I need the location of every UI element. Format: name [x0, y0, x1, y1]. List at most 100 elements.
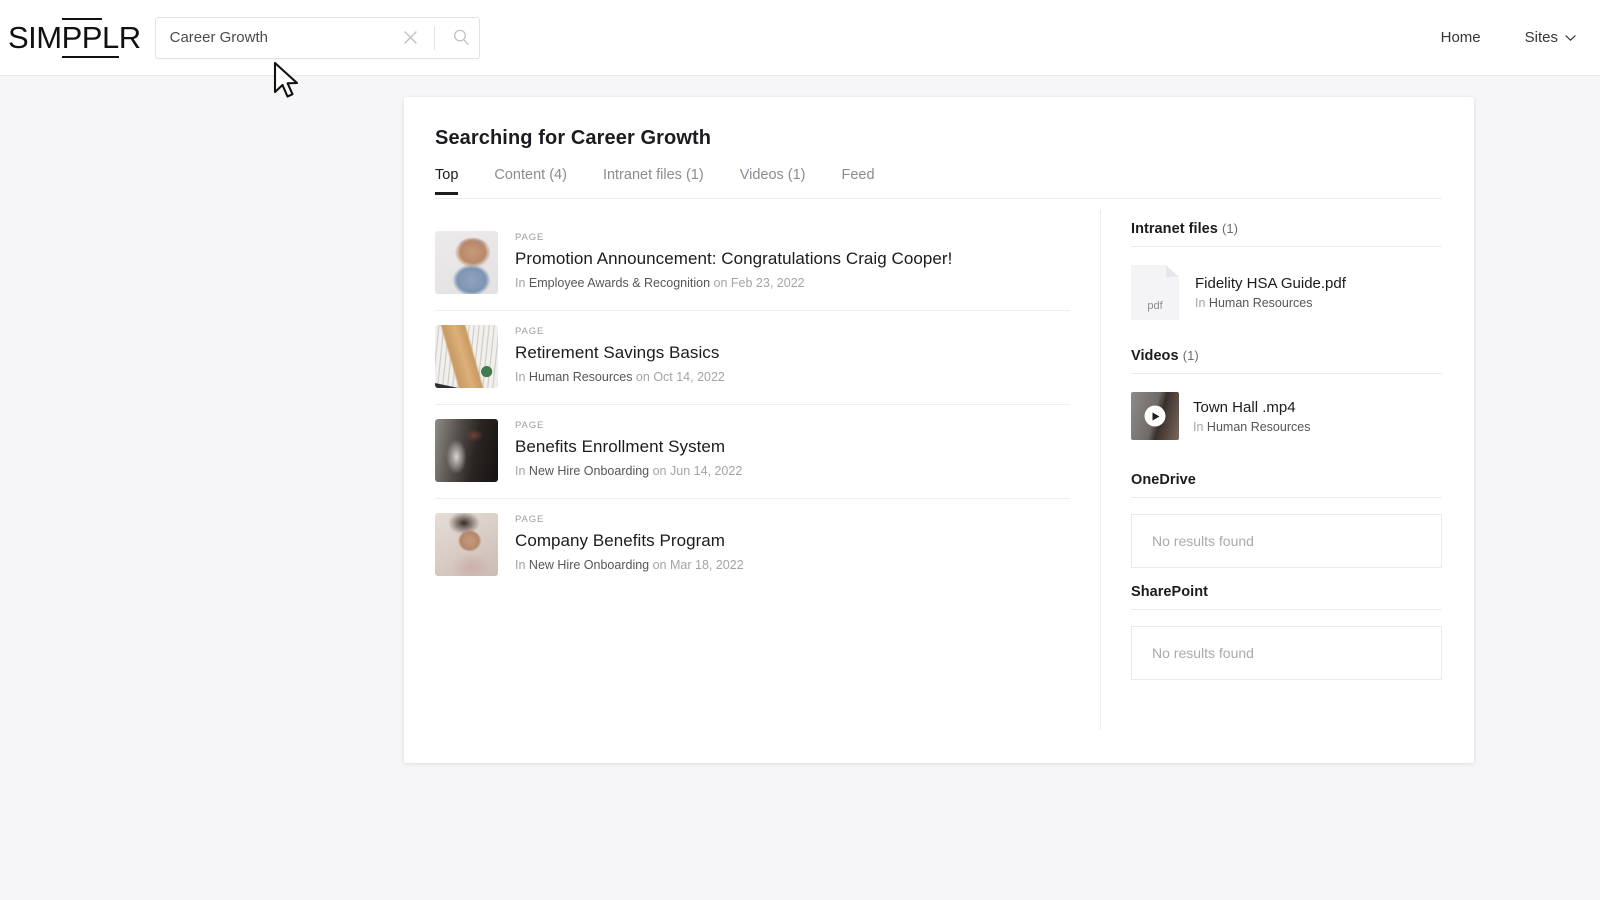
play-icon[interactable]: [1144, 405, 1166, 427]
result-thumbnail: [435, 513, 498, 576]
result-kind: PAGE: [515, 420, 545, 431]
sidebar-heading-onedrive: OneDrive: [1131, 472, 1442, 498]
result-title[interactable]: Retirement Savings Basics: [515, 343, 725, 363]
sidebar-heading-intranet-files-label: Intranet files: [1131, 221, 1218, 237]
result-kind: PAGE: [515, 326, 545, 337]
result-meta: In New Hire Onboarding on Jun 14, 2022: [515, 464, 742, 478]
result-item[interactable]: PAGE Benefits Enrollment System In New H…: [435, 405, 1070, 499]
result-meta-on: on: [652, 558, 667, 572]
app-header: SIMPPLR Home Sites: [0, 0, 1600, 76]
result-meta: In Employee Awards & Recognition on Feb …: [515, 276, 952, 290]
result-site[interactable]: Employee Awards & Recognition: [529, 276, 710, 290]
result-item[interactable]: PAGE Company Benefits Program In New Hir…: [435, 499, 1070, 592]
results-list: PAGE Promotion Announcement: Congratulat…: [435, 217, 1070, 592]
search-icon[interactable]: [445, 21, 479, 55]
tab-videos-label: Videos (1): [739, 167, 806, 183]
tab-content[interactable]: Content (4): [494, 167, 567, 194]
result-body: PAGE Company Benefits Program In New Hir…: [515, 513, 744, 576]
result-title[interactable]: Promotion Announcement: Congratulations …: [515, 249, 952, 269]
sharepoint-empty-state: No results found: [1131, 626, 1442, 680]
sidebar-section-sharepoint: SharePoint No results found: [1131, 584, 1442, 680]
result-title[interactable]: Benefits Enrollment System: [515, 437, 742, 457]
sidebar-heading-sharepoint-label: SharePoint: [1131, 584, 1209, 600]
result-site[interactable]: New Hire Onboarding: [529, 464, 649, 478]
video-thumbnail[interactable]: [1131, 392, 1179, 440]
nav-item-home[interactable]: Home: [1441, 29, 1481, 46]
tab-top[interactable]: Top: [435, 167, 459, 195]
onedrive-empty-label: No results found: [1152, 533, 1254, 549]
search-input[interactable]: [155, 29, 398, 46]
tab-intranet-files[interactable]: Intranet files (1): [603, 167, 704, 194]
onedrive-empty-state: No results found: [1131, 514, 1442, 568]
sidebar-heading-videos: Videos (1): [1131, 348, 1442, 374]
logo-segment-2: PP: [61, 17, 102, 58]
result-site[interactable]: Human Resources: [529, 370, 633, 384]
intranet-file-item[interactable]: pdf Fidelity HSA Guide.pdf In Human Reso…: [1131, 247, 1442, 328]
sidebar-section-videos: Videos (1) Town Hall .mp4 In Human Resou…: [1131, 348, 1442, 448]
mouse-cursor: [272, 61, 302, 103]
intranet-file-site[interactable]: Human Resources: [1209, 296, 1313, 310]
tab-intranet-files-label: Intranet files (1): [602, 167, 704, 183]
result-thumbnail: [435, 325, 498, 388]
sidebar-section-intranet-files: Intranet files (1) pdf Fidelity HSA Guid…: [1131, 221, 1442, 328]
tab-top-label: Top: [435, 167, 459, 183]
results-tabs: Top Content (4) Intranet files (1) Video…: [435, 167, 1442, 199]
pdf-file-icon: pdf: [1131, 265, 1179, 320]
search-box[interactable]: [154, 16, 480, 59]
video-site[interactable]: Human Resources: [1207, 420, 1311, 434]
video-item[interactable]: Town Hall .mp4 In Human Resources: [1131, 374, 1442, 448]
result-meta: In Human Resources on Oct 14, 2022: [515, 370, 725, 384]
result-date: Oct 14, 2022: [653, 370, 725, 384]
result-body: PAGE Promotion Announcement: Congratulat…: [515, 231, 952, 294]
sidebar-heading-onedrive-label: OneDrive: [1131, 472, 1196, 488]
logo-segment-1: SIM: [8, 19, 62, 55]
search-results-card: Searching for Career Growth Top Content …: [404, 97, 1474, 763]
column-divider: [1100, 210, 1101, 730]
main-nav: Home Sites: [1397, 29, 1600, 46]
tab-feed[interactable]: Feed: [842, 167, 875, 194]
chevron-down-icon: [1565, 29, 1576, 46]
video-meta: In Human Resources: [1193, 420, 1310, 434]
tab-videos[interactable]: Videos (1): [740, 167, 806, 194]
sharepoint-empty-label: No results found: [1152, 645, 1254, 661]
simpplr-logo[interactable]: SIM PP L R: [8, 17, 141, 58]
tab-content-label: Content (4): [494, 167, 567, 183]
result-body: PAGE Retirement Savings Basics In Human …: [515, 325, 725, 388]
intranet-file-meta: In Human Resources: [1195, 296, 1346, 310]
video-meta-in: In: [1193, 419, 1204, 434]
intranet-file-title[interactable]: Fidelity HSA Guide.pdf: [1195, 275, 1346, 292]
result-body: PAGE Benefits Enrollment System In New H…: [515, 419, 742, 482]
result-thumbnail: [435, 231, 498, 294]
sidebar-heading-sharepoint: SharePoint: [1131, 584, 1442, 610]
video-title[interactable]: Town Hall .mp4: [1193, 399, 1310, 416]
nav-item-sites-label: Sites: [1524, 29, 1558, 46]
pdf-file-icon-label: pdf: [1147, 300, 1163, 312]
results-sidebar: Intranet files (1) pdf Fidelity HSA Guid…: [1131, 221, 1442, 692]
result-item[interactable]: PAGE Retirement Savings Basics In Human …: [435, 311, 1070, 405]
intranet-file-body: Fidelity HSA Guide.pdf In Human Resource…: [1195, 275, 1346, 310]
intranet-file-meta-in: In: [1195, 296, 1206, 310]
result-site[interactable]: New Hire Onboarding: [529, 558, 649, 572]
video-body: Town Hall .mp4 In Human Resources: [1193, 399, 1310, 434]
result-meta-on: on: [652, 464, 667, 478]
result-item[interactable]: PAGE Promotion Announcement: Congratulat…: [435, 217, 1070, 311]
nav-item-sites[interactable]: Sites: [1525, 29, 1576, 46]
result-meta-in: In: [515, 464, 526, 478]
result-meta-on: on: [713, 276, 728, 290]
result-meta-on: on: [635, 370, 650, 384]
sidebar-heading-videos-label: Videos: [1131, 348, 1179, 364]
result-date: Feb 23, 2022: [730, 276, 805, 290]
result-meta-in: In: [515, 370, 526, 384]
close-icon[interactable]: [398, 25, 424, 51]
tab-feed-label: Feed: [841, 167, 875, 183]
sidebar-heading-intranet-files: Intranet files (1): [1131, 221, 1442, 247]
result-meta-in: In: [515, 558, 526, 572]
result-title[interactable]: Company Benefits Program: [515, 531, 744, 551]
sidebar-videos-count: (1): [1182, 348, 1199, 363]
page-title: Searching for Career Growth: [435, 127, 712, 149]
nav-item-home-label: Home: [1440, 29, 1481, 46]
result-meta-in: In: [515, 276, 526, 290]
logo-segment-3: L: [101, 18, 119, 58]
logo-segment-4: R: [118, 19, 141, 55]
result-date: Jun 14, 2022: [670, 464, 743, 478]
